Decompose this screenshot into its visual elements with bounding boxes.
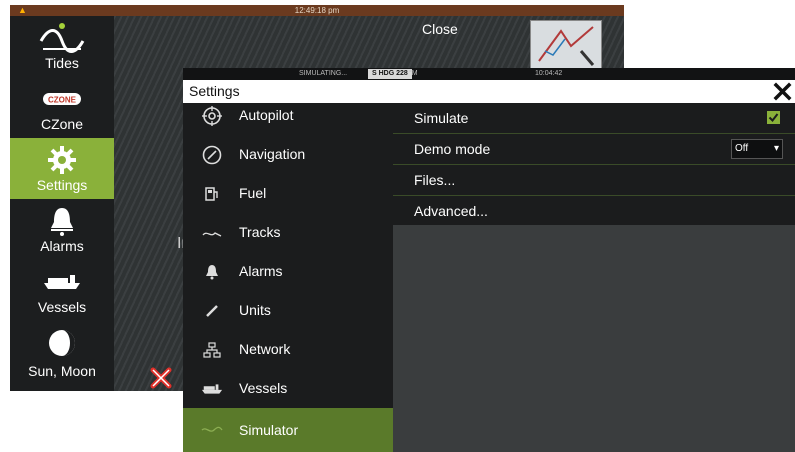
menu-item-autopilot[interactable]: Autopilot bbox=[183, 103, 393, 135]
settings-dialog: SIMULATING... S HDG 228 °M 10:04:42 Sett… bbox=[183, 68, 795, 452]
vessels-icon bbox=[201, 379, 223, 399]
network-icon bbox=[201, 340, 223, 360]
settings-menu: Autopilot Navigation Fuel Tracks Alarms bbox=[183, 103, 393, 452]
menu-item-label: Network bbox=[239, 341, 291, 357]
menu-item-tracks[interactable]: Tracks bbox=[183, 213, 393, 252]
heading-unit: °M bbox=[409, 70, 418, 77]
sidebar-item-tides[interactable]: Tides bbox=[10, 16, 114, 77]
menu-item-label: Tracks bbox=[239, 224, 281, 240]
svg-text:CZONE: CZONE bbox=[48, 96, 77, 105]
bell-icon bbox=[10, 205, 114, 237]
heading-readout: S HDG 228 bbox=[368, 69, 412, 79]
status-time: 10:04:42 bbox=[535, 70, 563, 77]
tides-icon bbox=[10, 22, 114, 54]
sidebar-item-label: Alarms bbox=[40, 238, 84, 254]
disconnect-icon bbox=[148, 365, 174, 391]
sidebar-item-label: Settings bbox=[36, 177, 88, 193]
sidebar-item-label: CZone bbox=[40, 116, 84, 132]
menu-item-fuel[interactable]: Fuel bbox=[183, 174, 393, 213]
heading-text: HDG bbox=[378, 70, 395, 77]
pencil-icon bbox=[201, 301, 223, 321]
dialog-title: Settings bbox=[189, 83, 240, 99]
chart-thumbnail[interactable] bbox=[530, 20, 602, 70]
menu-item-network[interactable]: Network bbox=[183, 330, 393, 369]
sidebar-item-settings[interactable]: Settings bbox=[10, 138, 114, 199]
compass-icon bbox=[201, 145, 223, 165]
settings-list: Simulate Demo mode Off ▾ Files... Advanc… bbox=[393, 103, 795, 225]
menu-item-label: Navigation bbox=[239, 146, 306, 162]
sidebar-item-czone[interactable]: CZONE CZone bbox=[10, 77, 114, 138]
fuel-icon bbox=[201, 184, 223, 204]
background-sidebar: Tides CZONE CZone Settings Alarms Vessel… bbox=[10, 16, 114, 391]
gear-icon bbox=[10, 144, 114, 176]
sidebar-item-label: Sun, Moon bbox=[28, 363, 96, 379]
close-icon bbox=[773, 82, 792, 101]
sidebar-item-vessels[interactable]: Vessels bbox=[10, 260, 114, 321]
status-bar: SIMULATING... S HDG 228 °M 10:04:42 bbox=[183, 68, 795, 80]
menu-item-navigation[interactable]: Navigation bbox=[183, 135, 393, 174]
menu-item-label: Units bbox=[239, 302, 271, 318]
heading-value: 228 bbox=[396, 70, 408, 77]
menu-item-label: Alarms bbox=[239, 263, 283, 279]
menu-item-label: Vessels bbox=[239, 380, 288, 396]
setting-row-demo-mode[interactable]: Demo mode Off ▾ bbox=[393, 134, 795, 165]
menu-item-label: Fuel bbox=[239, 185, 267, 201]
menu-item-units[interactable]: Units bbox=[183, 291, 393, 330]
menu-item-label: Autopilot bbox=[239, 107, 294, 123]
demo-mode-value: Off bbox=[735, 143, 749, 154]
menu-item-alarms[interactable]: Alarms bbox=[183, 252, 393, 291]
background-clock: 12:49:18 pm bbox=[294, 6, 340, 15]
czone-icon: CZONE bbox=[10, 83, 114, 115]
simulate-checkbox[interactable] bbox=[767, 111, 780, 124]
setting-row-advanced[interactable]: Advanced... bbox=[393, 196, 795, 226]
setting-label: Files... bbox=[414, 172, 456, 188]
demo-mode-select[interactable]: Off ▾ bbox=[731, 139, 783, 159]
bell-icon bbox=[201, 262, 223, 282]
sidebar-item-sun-moon[interactable]: Sun, Moon bbox=[10, 321, 114, 391]
autopilot-icon bbox=[201, 106, 223, 126]
vessels-icon bbox=[10, 266, 114, 298]
setting-row-files[interactable]: Files... bbox=[393, 165, 795, 196]
sidebar-item-label: Vessels bbox=[37, 299, 87, 315]
chevron-down-icon: ▾ bbox=[773, 143, 779, 154]
setting-label: Demo mode bbox=[414, 141, 491, 157]
menu-item-simulator[interactable]: Simulator bbox=[183, 408, 393, 452]
close-button[interactable] bbox=[772, 81, 793, 102]
settings-content: Simulate Demo mode Off ▾ Files... Advanc… bbox=[393, 103, 795, 452]
background-status-bar: ▲ 12:49:18 pm bbox=[10, 5, 624, 16]
setting-label: Simulate bbox=[414, 110, 469, 126]
simulating-indicator: SIMULATING... bbox=[299, 70, 348, 77]
menu-item-vessels[interactable]: Vessels bbox=[183, 369, 393, 408]
sidebar-item-alarms[interactable]: Alarms bbox=[10, 199, 114, 260]
heading-label: S bbox=[372, 70, 377, 77]
sidebar-item-label: Tides bbox=[45, 55, 79, 71]
menu-item-label: Simulator bbox=[239, 422, 299, 438]
simulator-icon bbox=[201, 420, 223, 440]
background-close-button[interactable]: Close bbox=[422, 21, 458, 37]
setting-row-simulate[interactable]: Simulate bbox=[393, 103, 795, 134]
dialog-title-bar: Settings bbox=[183, 80, 795, 103]
tracks-icon bbox=[201, 223, 223, 243]
setting-label: Advanced... bbox=[414, 203, 488, 219]
moon-icon bbox=[10, 327, 114, 359]
